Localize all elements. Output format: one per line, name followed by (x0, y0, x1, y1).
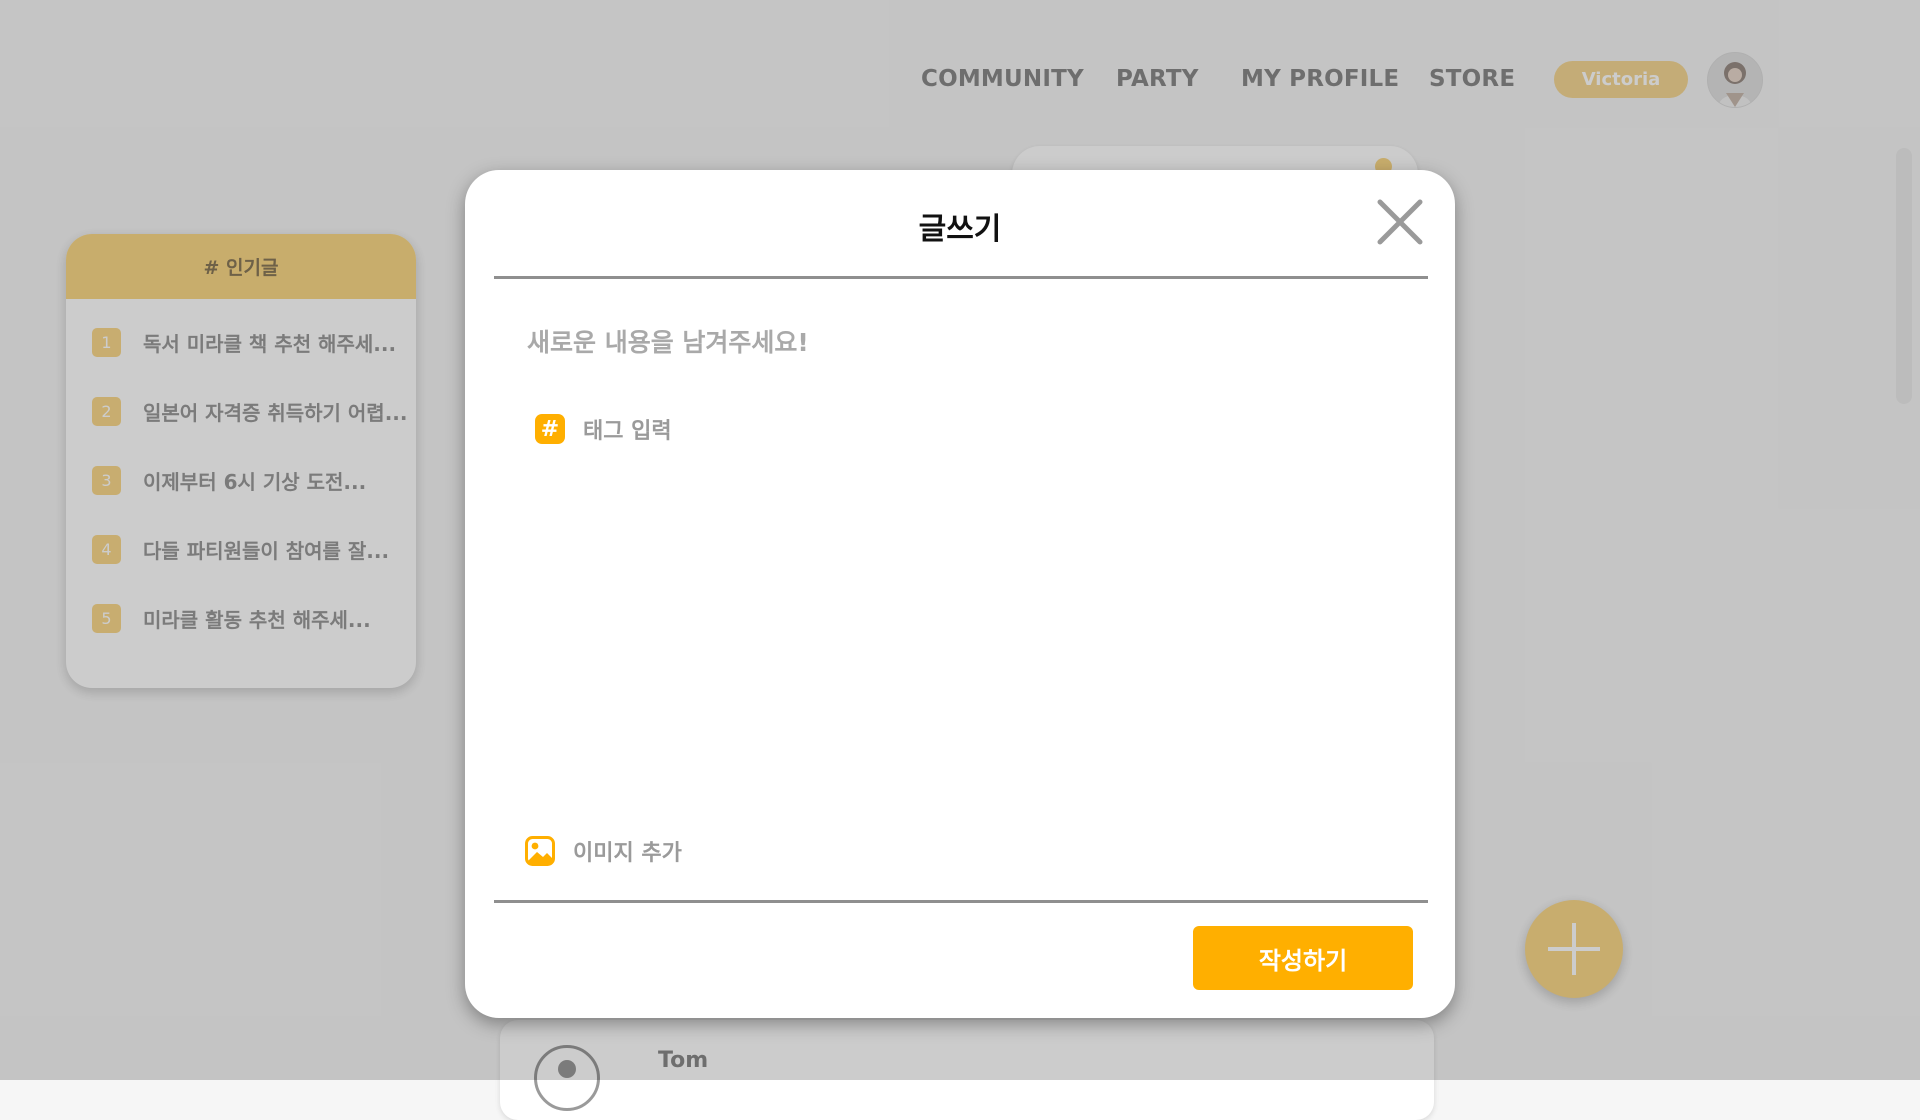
submit-button[interactable]: 작성하기 (1193, 926, 1413, 990)
tag-input[interactable]: # 태그 입력 (535, 413, 672, 445)
modal-title: 글쓰기 (918, 212, 1002, 247)
hash-icon: # (535, 414, 565, 444)
footer-divider (494, 900, 1428, 903)
content-input[interactable] (527, 322, 1387, 362)
image-icon (525, 836, 555, 866)
close-icon (1377, 199, 1423, 245)
tag-input-label: 태그 입력 (583, 419, 672, 444)
add-image-button[interactable]: 이미지 추가 (525, 835, 682, 867)
header-divider (494, 276, 1428, 279)
close-button[interactable] (1372, 194, 1428, 250)
add-image-label: 이미지 추가 (573, 841, 682, 866)
write-post-modal: 글쓰기 # 태그 입력 이미지 추가 작성하기 (465, 170, 1455, 1018)
